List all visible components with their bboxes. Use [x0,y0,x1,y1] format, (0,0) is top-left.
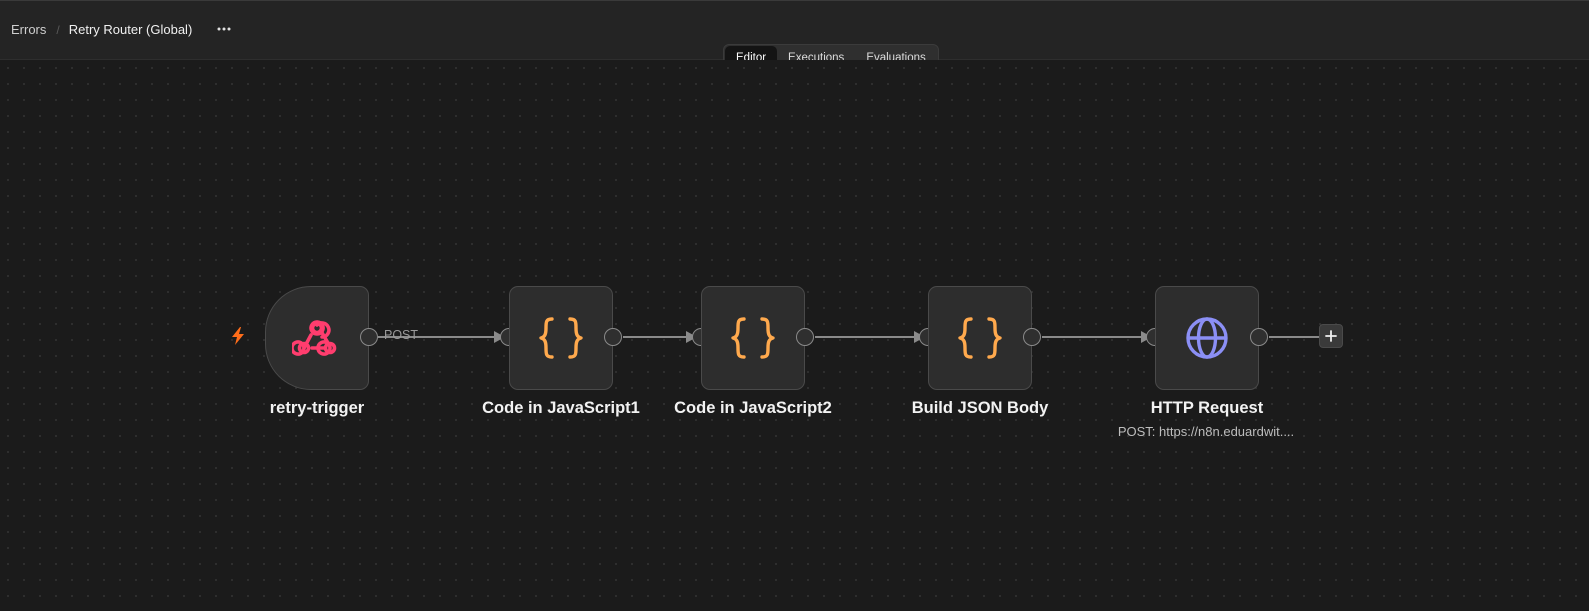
add-node-button[interactable] [1319,324,1343,348]
node-label: retry-trigger [269,399,365,417]
breadcrumb: Errors / Retry Router (Global) [11,22,192,37]
output-handle[interactable] [604,328,622,346]
ellipsis-icon [217,27,231,31]
output-handle[interactable] [1023,328,1041,346]
workflow-canvas[interactable]: POST retry-trigger Code in JavaScript1 C… [0,60,1589,611]
workflow-name[interactable]: Retry Router (Global) [69,22,193,37]
plus-icon [1325,330,1337,342]
code-braces-icon [958,317,1002,359]
node-build-json-body[interactable] [928,286,1032,390]
code-braces-icon [539,317,583,359]
lightning-bolt-icon[interactable] [230,327,246,350]
breadcrumb-folder[interactable]: Errors [11,22,46,37]
output-handle[interactable] [796,328,814,346]
node-label: Build JSON Body [911,399,1049,417]
node-label: Code in JavaScript2 [674,399,832,417]
globe-icon [1186,317,1228,359]
webhook-icon [292,320,337,356]
node-label: Code in JavaScript1 [482,399,640,417]
node-retry-trigger[interactable] [265,286,369,390]
node-label: HTTP Request [1150,399,1264,417]
code-braces-icon [731,317,775,359]
output-handle[interactable] [1250,328,1268,346]
edge-label-post: POST [384,328,419,342]
breadcrumb-separator: / [56,22,60,37]
output-handle[interactable] [360,328,378,346]
more-options-button[interactable] [214,19,234,39]
node-code-in-javascript1[interactable] [509,286,613,390]
node-http-request[interactable] [1155,286,1259,390]
node-code-in-javascript2[interactable] [701,286,805,390]
node-subtitle: POST: https://n8n.eduardwit.... [1117,424,1295,439]
